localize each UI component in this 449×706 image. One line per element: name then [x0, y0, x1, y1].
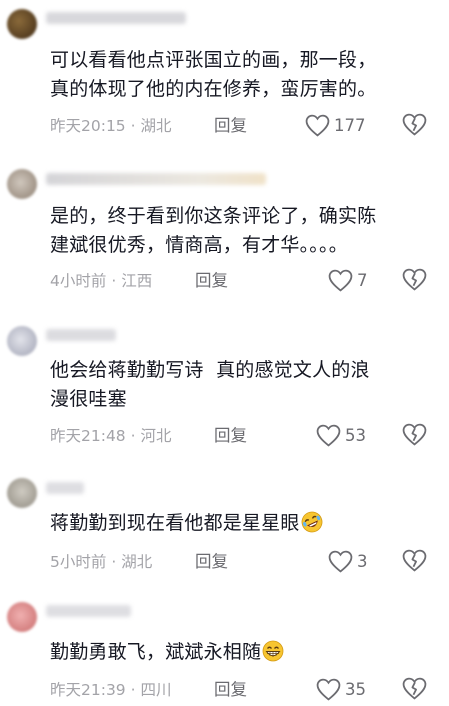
comment-location: 江西	[121, 272, 153, 290]
comment-text: 蒋勤勤到现在看他都是星星眼	[50, 509, 425, 538]
rolling-on-floor-laughing-emoji	[301, 511, 323, 533]
avatar[interactable]	[7, 9, 37, 39]
username-blurred[interactable]	[46, 12, 186, 24]
broken-heart-icon	[402, 268, 427, 291]
like-count: 3	[357, 551, 368, 571]
meta-separator: ·	[111, 272, 117, 290]
meta-separator: ·	[130, 427, 136, 445]
comment-text: 勤勤勇敢飞，斌斌永相随	[50, 638, 425, 667]
broken-heart-icon	[402, 677, 427, 700]
dislike-button[interactable]	[402, 549, 428, 573]
reply-button[interactable]: 回复	[195, 552, 228, 572]
comment-meta: 昨天20:15 · 湖北	[50, 116, 172, 136]
like-button[interactable]: 53	[316, 423, 366, 447]
comment-time: 昨天20:15	[50, 117, 126, 135]
like-button[interactable]: 177	[305, 113, 366, 137]
like-count: 53	[345, 425, 366, 445]
comment-text: 可以看看他点评张国立的画，那一段， 真的体现了他的内在修养，蛮厉害的。	[50, 49, 377, 100]
avatar[interactable]	[7, 602, 37, 632]
comment-location: 四川	[140, 681, 172, 699]
reply-button[interactable]: 回复	[214, 426, 247, 446]
comment-time: 4小时前	[50, 272, 107, 290]
broken-heart-icon	[402, 113, 427, 136]
dislike-button[interactable]	[402, 423, 428, 447]
broken-heart-icon	[402, 423, 427, 446]
heart-icon	[316, 678, 341, 701]
avatar[interactable]	[7, 478, 37, 508]
like-button[interactable]: 7	[328, 268, 368, 292]
comment-time: 5小时前	[50, 553, 107, 571]
like-button[interactable]: 3	[328, 549, 368, 573]
comment-item: 可以看看他点评张国立的画，那一段， 真的体现了他的内在修养，蛮厉害的。 昨天20…	[0, 0, 449, 140]
comment-item: 是的，终于看到你这条评论了，确实陈 建斌很优秀，情商高，有才华。。。。 4小时前…	[0, 155, 449, 300]
comment-location: 湖北	[140, 117, 172, 135]
like-count: 35	[345, 679, 366, 699]
avatar[interactable]	[7, 326, 37, 356]
comment-item: 蒋勤勤到现在看他都是星星眼 5小时前 · 湖北 回复 3	[0, 475, 449, 585]
broken-heart-icon	[402, 549, 427, 572]
like-count: 177	[334, 115, 366, 135]
comment-location: 河北	[140, 427, 172, 445]
meta-separator: ·	[130, 681, 136, 699]
heart-icon	[316, 424, 341, 447]
comment-item: 他会给蒋勤勤写诗 真的感觉文人的浪 漫很哇塞 昨天21:48 · 河北 回复 5…	[0, 316, 449, 461]
username-blurred[interactable]	[46, 173, 266, 185]
heart-icon	[328, 550, 353, 573]
comment-meta: 4小时前 · 江西	[50, 271, 152, 291]
username-blurred[interactable]	[46, 605, 131, 617]
username-blurred[interactable]	[46, 329, 116, 341]
heart-icon	[328, 269, 353, 292]
reply-button[interactable]: 回复	[214, 116, 247, 136]
reply-button[interactable]: 回复	[214, 680, 247, 700]
comment-text: 是的，终于看到你这条评论了，确实陈 建斌很优秀，情商高，有才华。。。。	[50, 205, 377, 256]
heart-icon	[305, 114, 330, 137]
comment-location: 湖北	[121, 553, 153, 571]
reply-button[interactable]: 回复	[195, 271, 228, 291]
avatar[interactable]	[7, 169, 37, 199]
comment-meta: 5小时前 · 湖北	[50, 552, 152, 572]
grinning-emoji	[262, 640, 284, 662]
meta-separator: ·	[111, 553, 117, 571]
like-count: 7	[357, 270, 368, 290]
comment-time: 昨天21:39	[50, 681, 126, 699]
comment-time: 昨天21:48	[50, 427, 126, 445]
dislike-button[interactable]	[402, 113, 428, 137]
comment-item: 勤勤勇敢飞，斌斌永相随 昨天21:39 · 四川 回复 35	[0, 596, 449, 706]
like-button[interactable]: 35	[316, 677, 366, 701]
comment-meta: 昨天21:39 · 四川	[50, 680, 172, 700]
meta-separator: ·	[130, 117, 136, 135]
username-blurred[interactable]	[46, 482, 84, 494]
dislike-button[interactable]	[402, 268, 428, 292]
comment-text: 他会给蒋勤勤写诗 真的感觉文人的浪 漫很哇塞	[50, 359, 370, 410]
comment-meta: 昨天21:48 · 河北	[50, 426, 172, 446]
dislike-button[interactable]	[402, 677, 428, 701]
